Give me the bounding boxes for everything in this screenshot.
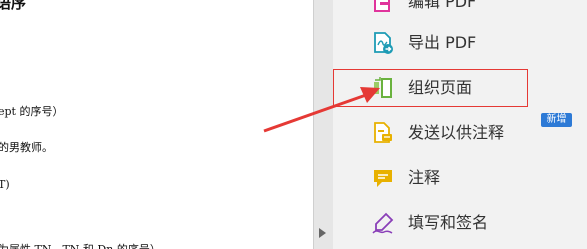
collapse-panel-handle[interactable]	[319, 228, 326, 238]
tool-comment[interactable]: 注释	[333, 158, 533, 198]
tool-send-for-comment[interactable]: 发送以供注释	[333, 113, 533, 153]
tool-label: 编辑 PDF	[408, 0, 477, 11]
tool-edit-pdf[interactable]: 编辑 PDF	[333, 0, 533, 22]
send-for-comment-icon	[371, 121, 395, 145]
tool-export-pdf[interactable]: 导出 PDF	[333, 23, 533, 63]
tool-label: 导出 PDF	[408, 33, 477, 52]
comment-icon	[371, 166, 395, 190]
tool-fill-and-sign[interactable]: 填写和签名	[333, 203, 533, 243]
annotation-highlight-box	[333, 69, 528, 107]
document-line: 的男教师。	[0, 141, 53, 154]
document-line: ept 的序号）	[0, 105, 64, 118]
tool-label: 发送以供注释	[408, 123, 505, 142]
edit-pdf-icon	[371, 0, 395, 14]
panel-divider[interactable]	[313, 0, 334, 249]
fill-sign-icon	[371, 211, 395, 235]
document-line: 为属性 TN、TN 和 Dn 的序号）	[0, 241, 161, 249]
document-page: 语序 ept 的序号） 的男教师。 T) 为属性 TN、TN 和 Dn 的序号）	[0, 0, 313, 249]
new-badge: 新增	[541, 113, 572, 127]
document-line: T)	[0, 178, 10, 191]
tool-label: 注释	[408, 168, 441, 187]
document-heading: 语序	[0, 0, 27, 12]
export-pdf-icon	[371, 31, 395, 55]
tool-label: 填写和签名	[408, 213, 489, 232]
